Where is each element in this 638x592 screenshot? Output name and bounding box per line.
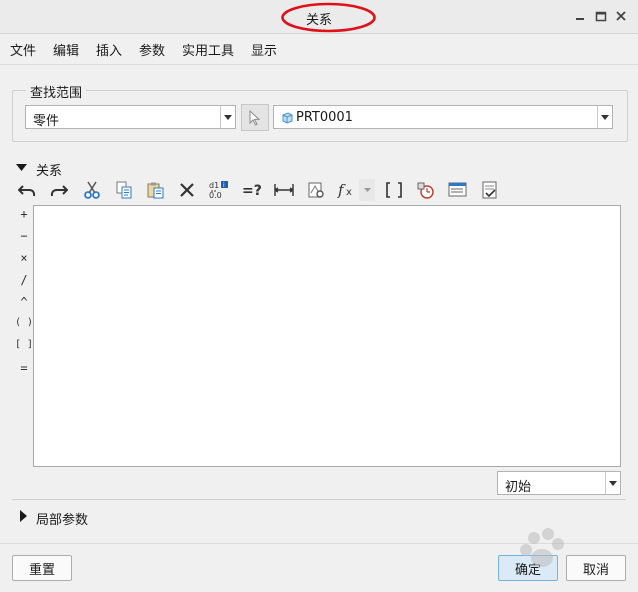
unit-dropdown[interactable]: 初始 [497, 471, 621, 495]
close-icon[interactable] [614, 9, 628, 23]
menu-edit[interactable]: 编辑 [53, 40, 79, 59]
triangle-down-icon [16, 164, 27, 171]
relations-toolbar: d1 i 0.0 =? fx [16, 179, 516, 203]
redo-icon[interactable] [48, 179, 70, 201]
brackets-icon[interactable] [383, 179, 405, 201]
svg-text:x: x [346, 187, 352, 198]
triangle-right-icon [20, 510, 27, 522]
menu-insert[interactable]: 插入 [96, 40, 122, 59]
svg-text:0.0: 0.0 [209, 191, 222, 200]
measure-icon[interactable] [273, 179, 295, 201]
select-object-button[interactable] [241, 104, 269, 131]
scope-legend: 查找范围 [26, 82, 87, 101]
undo-icon[interactable] [16, 179, 38, 201]
switch-dims-icon[interactable]: d1 i 0.0 [208, 179, 230, 201]
svg-text:=?: =? [242, 183, 262, 198]
menu-utilities[interactable]: 实用工具 [182, 40, 234, 59]
scope-type-value: 零件 [33, 114, 60, 129]
menu-parameters[interactable]: 参数 [139, 40, 165, 59]
operator-multiply-button[interactable]: × [14, 251, 34, 265]
param-icon[interactable] [305, 179, 327, 201]
operator-minus-button[interactable]: − [14, 229, 34, 243]
function-icon[interactable]: fx [337, 179, 359, 201]
operator-power-button[interactable]: ^ [14, 295, 34, 309]
sort-icon[interactable] [447, 179, 469, 201]
maximize-icon[interactable] [594, 9, 608, 23]
operator-divide-button[interactable]: / [14, 273, 34, 287]
cut-icon[interactable] [81, 179, 103, 201]
title-bar: 关系 [0, 0, 638, 34]
annotation-ellipse [281, 2, 376, 33]
relations-editor[interactable] [33, 205, 621, 467]
evaluate-icon[interactable]: =? [241, 179, 263, 201]
function-dropdown-icon[interactable] [359, 179, 375, 201]
verify-icon[interactable] [479, 179, 501, 201]
part-icon [282, 112, 293, 124]
watermark-logo [520, 528, 564, 567]
chevron-down-icon [220, 106, 235, 128]
local-params-title: 局部参数 [36, 513, 89, 528]
delete-icon[interactable] [176, 179, 198, 201]
unit-value: 初始 [505, 480, 532, 495]
operator-plus-button[interactable]: + [14, 207, 34, 221]
copy-icon[interactable] [113, 179, 135, 201]
units-icon[interactable] [415, 179, 437, 201]
chevron-down-icon [597, 106, 612, 128]
relations-title: 关系 [36, 164, 63, 179]
operator-brackets-button[interactable]: [ ] [14, 339, 34, 350]
reset-button[interactable]: 重置 [12, 555, 72, 581]
svg-text:d1: d1 [209, 181, 219, 190]
chevron-down-icon [605, 472, 620, 494]
svg-text:f: f [337, 181, 346, 199]
paste-icon[interactable] [145, 179, 167, 201]
menu-file[interactable]: 文件 [10, 40, 36, 59]
minimize-icon[interactable] [573, 9, 587, 23]
operator-equals-button[interactable]: = [14, 361, 34, 375]
cursor-arrow-icon [249, 109, 261, 126]
scope-object-dropdown[interactable]: PRT0001 [273, 105, 613, 129]
menu-separator [0, 64, 638, 65]
menu-show[interactable]: 显示 [251, 40, 277, 59]
operator-parens-button[interactable]: ( ) [14, 317, 34, 328]
scope-object-value: PRT0001 [296, 110, 353, 125]
scope-type-dropdown[interactable]: 零件 [25, 105, 236, 129]
menu-bar: 文件 编辑 插入 参数 实用工具 显示 [0, 36, 638, 62]
section-separator [12, 499, 626, 500]
